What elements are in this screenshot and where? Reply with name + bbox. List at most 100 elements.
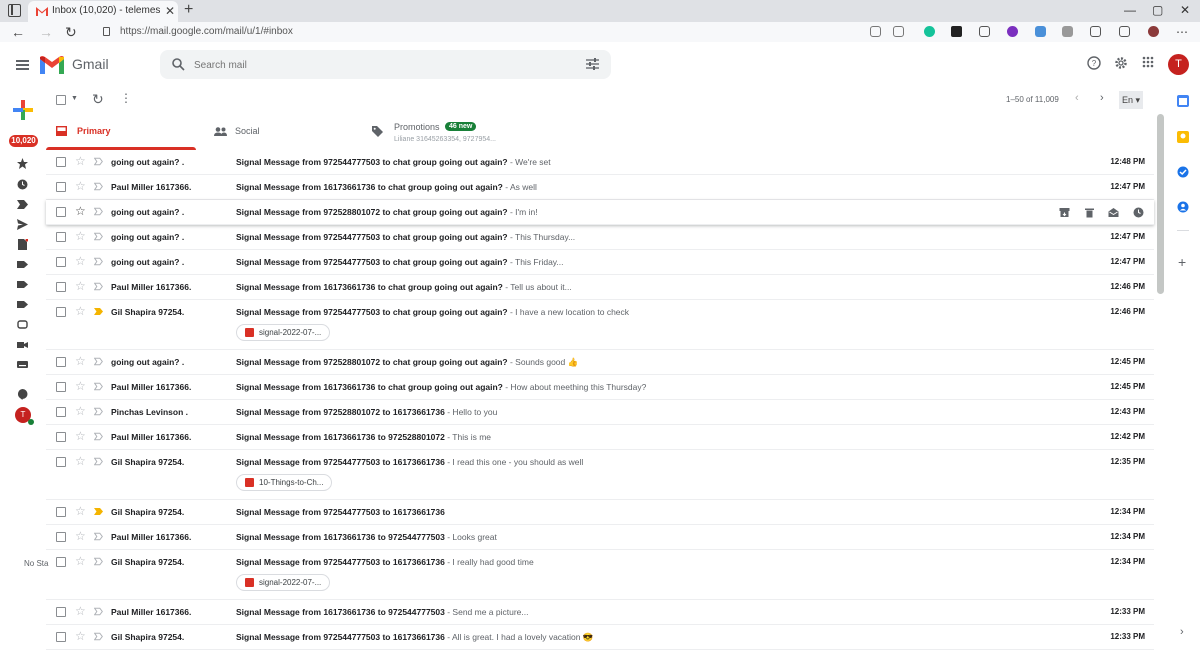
- collections-icon[interactable]: [1119, 26, 1130, 37]
- star-icon[interactable]: ☆: [75, 280, 86, 293]
- importance-marker-icon[interactable]: [94, 632, 103, 641]
- google-apps-icon[interactable]: [1142, 56, 1154, 68]
- video-camera-icon[interactable]: [17, 339, 28, 350]
- extension-blue-icon[interactable]: [1035, 26, 1046, 37]
- email-row[interactable]: ☆ Gil Shapira 97254. Signal Message from 9…: [46, 450, 1154, 500]
- delete-trash-icon[interactable]: [1084, 207, 1095, 218]
- star-icon[interactable]: ☆: [75, 505, 86, 518]
- attachment-chip[interactable]: signal-2022-07-...: [236, 574, 331, 591]
- importance-marker-icon[interactable]: [94, 382, 103, 391]
- star-icon[interactable]: ☆: [75, 230, 86, 243]
- mark-as-read-icon[interactable]: [1108, 207, 1119, 218]
- search-input[interactable]: [194, 57, 574, 73]
- star-icon[interactable]: ☆: [75, 155, 86, 168]
- snooze-clock-icon[interactable]: [1133, 207, 1144, 218]
- tab-promotions[interactable]: Promotions 46 new Liliane 31645263354, 9…: [371, 116, 541, 150]
- important-icon[interactable]: [17, 199, 28, 210]
- profile-icon[interactable]: [1148, 26, 1159, 37]
- star-icon[interactable]: ☆: [75, 305, 86, 318]
- tasks-icon[interactable]: [1177, 166, 1189, 178]
- meet-icon[interactable]: [17, 319, 28, 330]
- inbox-unread-badge[interactable]: 10,020: [9, 135, 38, 147]
- search-icon[interactable]: [172, 58, 185, 71]
- row-checkbox[interactable]: [56, 257, 66, 267]
- importance-marker-icon[interactable]: [94, 307, 103, 316]
- browser-menu-icon[interactable]: ⋯: [1176, 24, 1188, 40]
- email-row[interactable]: ☆ going out again? . Signal Message from 9…: [46, 150, 1154, 175]
- star-icon[interactable]: ☆: [75, 355, 86, 368]
- importance-marker-icon[interactable]: [94, 232, 103, 241]
- browser-tab-gmail[interactable]: Inbox (10,020) - telemessage.ltd ✕: [28, 1, 178, 22]
- email-row[interactable]: ☆ going out again? . Signal Message from 9…: [46, 250, 1154, 275]
- row-checkbox[interactable]: [56, 357, 66, 367]
- importance-marker-icon[interactable]: [94, 257, 103, 266]
- keep-icon[interactable]: [1177, 131, 1189, 143]
- select-dropdown-icon[interactable]: ▼: [71, 95, 78, 102]
- email-row[interactable]: ☆ Paul Miller 1617366. Signal Message from…: [46, 425, 1154, 450]
- email-row[interactable]: ☆ going out again? . Signal Message from 9…: [46, 200, 1154, 225]
- row-checkbox[interactable]: [56, 157, 66, 167]
- get-add-ons-plus-icon[interactable]: +: [1178, 254, 1186, 270]
- email-row[interactable]: ☆ Paul Miller 1617366. Signal Message from…: [46, 175, 1154, 200]
- row-checkbox[interactable]: [56, 232, 66, 242]
- email-row[interactable]: ☆ Pinchas Levinson . Signal Message from 9…: [46, 400, 1154, 425]
- star-icon[interactable]: ☆: [75, 255, 86, 268]
- search-options-icon[interactable]: [586, 58, 599, 70]
- refresh-icon[interactable]: ↻: [92, 91, 104, 108]
- window-menu-icon[interactable]: [8, 4, 21, 17]
- show-side-panel-icon[interactable]: ›: [1180, 626, 1184, 638]
- snoozed-clock-icon[interactable]: [17, 179, 28, 190]
- importance-marker-icon[interactable]: [94, 207, 103, 216]
- tab-close-icon[interactable]: ✕: [165, 4, 175, 18]
- contacts-icon[interactable]: [1177, 201, 1189, 213]
- row-checkbox[interactable]: [56, 307, 66, 317]
- minimize-button[interactable]: —: [1124, 3, 1136, 17]
- email-row[interactable]: ☆ Gil Shapira 97254. Signal Message from 9…: [46, 500, 1154, 525]
- close-window-button[interactable]: ✕: [1180, 3, 1190, 17]
- older-page-icon[interactable]: ›: [1100, 92, 1104, 104]
- row-checkbox[interactable]: [56, 507, 66, 517]
- select-all-checkbox[interactable]: [56, 95, 66, 105]
- maximize-button[interactable]: ▢: [1152, 3, 1163, 17]
- importance-marker-icon[interactable]: [94, 282, 103, 291]
- star-icon[interactable]: ☆: [75, 180, 86, 193]
- row-checkbox[interactable]: [56, 207, 66, 217]
- url-field[interactable]: https://mail.google.com/mail/u/1/#inbox: [120, 26, 293, 37]
- star-icon[interactable]: ☆: [75, 380, 86, 393]
- extension-a-icon[interactable]: [951, 26, 962, 37]
- star-icon[interactable]: ☆: [75, 455, 86, 468]
- importance-marker-icon[interactable]: [94, 532, 103, 541]
- email-row[interactable]: ☆ going out again? . Signal Message from 9…: [46, 225, 1154, 250]
- drafts-icon[interactable]: [17, 239, 28, 250]
- tab-social[interactable]: Social: [212, 116, 362, 150]
- email-row[interactable]: ☆ Paul Miller 1617366. Signal Message from…: [46, 275, 1154, 300]
- help-icon[interactable]: ?: [1087, 56, 1101, 70]
- calendar-icon[interactable]: [1177, 95, 1189, 107]
- archive-icon[interactable]: [1059, 207, 1070, 218]
- settings-gear-icon[interactable]: [1114, 56, 1128, 70]
- label-icon-2[interactable]: [17, 279, 28, 290]
- label-icon[interactable]: [17, 259, 28, 270]
- row-checkbox[interactable]: [56, 382, 66, 392]
- row-checkbox[interactable]: [56, 282, 66, 292]
- new-tab-button[interactable]: +: [184, 1, 193, 19]
- back-arrow-icon[interactable]: ←: [11, 24, 25, 40]
- email-row[interactable]: ☆ Gil Shapira 97254. Signal Message from 9…: [46, 625, 1154, 650]
- attachment-chip[interactable]: signal-2022-07-...: [236, 324, 331, 341]
- newer-page-icon[interactable]: ‹: [1075, 92, 1079, 104]
- importance-marker-icon[interactable]: [94, 157, 103, 166]
- star-icon[interactable]: ☆: [75, 205, 86, 218]
- email-list-scrollbar[interactable]: [1157, 114, 1164, 294]
- email-row[interactable]: ☆ Gil Shapira 97254. Signal Message from 9…: [46, 300, 1154, 350]
- row-checkbox[interactable]: [56, 632, 66, 642]
- tab-primary[interactable]: Primary: [46, 116, 201, 150]
- importance-marker-icon[interactable]: [94, 607, 103, 616]
- row-checkbox[interactable]: [56, 557, 66, 567]
- starred-icon[interactable]: [17, 158, 28, 169]
- account-avatar[interactable]: T: [1168, 54, 1189, 75]
- extensions-puzzle-icon[interactable]: [1090, 26, 1101, 37]
- importance-marker-icon[interactable]: [94, 357, 103, 366]
- importance-marker-icon[interactable]: [94, 182, 103, 191]
- email-row[interactable]: ☆ Gil Shapira 97254. Signal Message from 9…: [46, 550, 1154, 600]
- row-checkbox[interactable]: [56, 457, 66, 467]
